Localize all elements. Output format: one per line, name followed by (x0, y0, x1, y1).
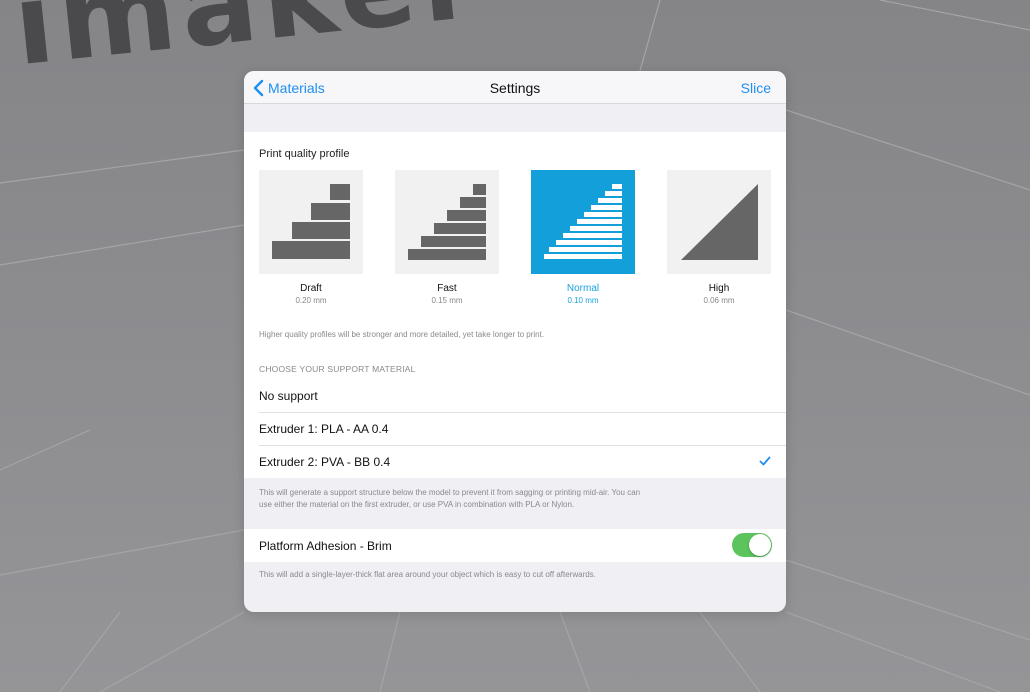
support-option-extruder-2[interactable]: Extruder 2: PVA - BB 0.4 (244, 445, 786, 478)
print-quality-title: Print quality profile (259, 148, 350, 160)
support-option-none[interactable]: No support (244, 379, 786, 412)
settings-modal: Materials Settings Slice Print quality p… (244, 71, 786, 612)
profile-normal-label: Normal (566, 283, 600, 294)
navigation-bar: Materials Settings Slice (244, 71, 786, 104)
profile-draft[interactable] (259, 170, 363, 274)
support-option-label: Extruder 1: PLA - AA 0.4 (259, 422, 389, 436)
support-option-extruder-1[interactable]: Extruder 1: PLA - AA 0.4 (244, 412, 786, 445)
normal-staircase-icon (544, 184, 622, 259)
profile-high-layer-height: 0.06 mm (703, 296, 735, 305)
support-option-label: Extruder 2: PVA - BB 0.4 (259, 455, 391, 469)
support-note-line-1: This will generate a support structure b… (259, 488, 641, 497)
high-ramp-icon (681, 184, 758, 260)
profile-high-label: High (708, 283, 730, 294)
profile-fast-label: Fast (437, 283, 457, 294)
platform-adhesion-label: Platform Adhesion - Brim (259, 539, 392, 553)
checkmark-icon (759, 456, 771, 466)
page-title: Settings (489, 80, 541, 96)
adhesion-note: This will add a single-layer-thick flat … (259, 570, 596, 579)
profile-draft-layer-height: 0.20 mm (295, 296, 327, 305)
platform-adhesion-toggle[interactable] (732, 533, 772, 557)
profile-normal[interactable] (531, 170, 635, 274)
support-option-label: No support (259, 389, 318, 403)
profile-fast-layer-height: 0.15 mm (431, 296, 463, 305)
toggle-knob (749, 534, 771, 556)
profile-high[interactable] (667, 170, 771, 274)
profile-normal-layer-height: 0.10 mm (567, 296, 599, 305)
support-note-line-2: use either the material on the first ext… (259, 500, 575, 509)
profile-draft-label: Draft (300, 283, 322, 294)
support-material-list: No support Extruder 1: PLA - AA 0.4 Extr… (244, 379, 786, 478)
slice-button[interactable]: Slice (741, 80, 771, 96)
platform-adhesion-cell: Platform Adhesion - Brim (244, 529, 786, 562)
profile-fast[interactable] (395, 170, 499, 274)
platform-adhesion-row: Platform Adhesion - Brim (244, 529, 786, 562)
quality-note: Higher quality profiles will be stronger… (259, 330, 545, 339)
support-note: This will generate a support structure b… (259, 487, 640, 511)
fast-staircase-icon (408, 184, 486, 260)
draft-staircase-icon (272, 184, 350, 259)
support-section-header: CHOOSE YOUR SUPPORT MATERIAL (259, 364, 416, 374)
print-quality-section: Print quality profile Draft 0.20 mm Fast… (244, 132, 786, 382)
